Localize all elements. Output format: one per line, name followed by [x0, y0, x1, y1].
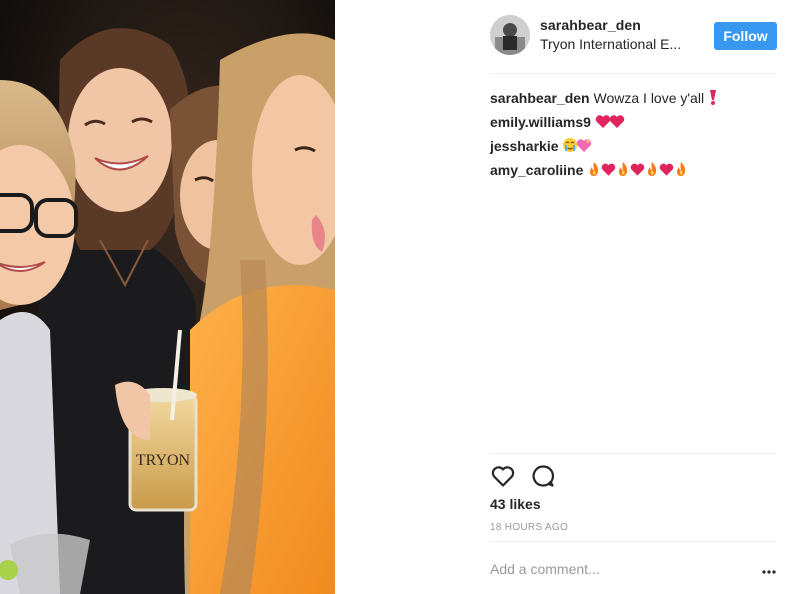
comment-username[interactable]: jessharkie [490, 138, 559, 154]
comment-username[interactable]: sarahbear_den [490, 90, 590, 106]
red-heart-icon [630, 160, 645, 184]
fire-icon [674, 160, 688, 184]
heart-outline-icon[interactable] [490, 463, 516, 489]
add-comment-input[interactable] [490, 556, 740, 582]
speech-bubble-icon[interactable] [530, 463, 556, 489]
sparkling-heart-icon [576, 136, 592, 160]
post-location[interactable]: Tryon International E... [540, 36, 692, 52]
comment: amy_caroliine [490, 158, 776, 182]
heavy-red-exclamation-icon [708, 88, 718, 112]
comment-username[interactable]: amy_caroliine [490, 162, 583, 178]
avatar-image [490, 15, 530, 55]
red-heart-icon [609, 112, 625, 136]
red-heart-icon [659, 160, 674, 184]
post-timestamp[interactable]: 18 HOURS AGO [490, 522, 568, 533]
fire-icon [616, 160, 630, 184]
comment: sarahbear_den Wowza I love y'all [490, 86, 776, 110]
comment-text: Wowza I love y'all [593, 90, 705, 106]
comment: jessharkie [490, 134, 776, 158]
post-panel: sarahbear_den Tryon International E... F… [335, 0, 795, 594]
post-username[interactable]: sarahbear_den [540, 17, 641, 33]
divider [490, 453, 776, 454]
fire-icon [587, 160, 601, 184]
cup-logo-text: TRYON [136, 452, 191, 469]
fire-icon [645, 160, 659, 184]
divider [490, 541, 776, 542]
comment-username[interactable]: emily.williams9 [490, 114, 591, 130]
post-photo[interactable]: TRYON [0, 0, 335, 594]
red-heart-icon [601, 160, 616, 184]
follow-button[interactable]: Follow [714, 22, 777, 50]
comment: emily.williams9 [490, 110, 776, 134]
likes-count[interactable]: 43 likes [490, 496, 541, 512]
more-options-icon[interactable] [761, 564, 777, 574]
group-selfie-image: TRYON [0, 0, 335, 594]
post-header: sarahbear_den Tryon International E... F… [490, 14, 777, 58]
divider [490, 73, 776, 74]
avatar[interactable] [490, 15, 530, 55]
comments-list: sarahbear_den Wowza I love y'all emily.w… [490, 86, 776, 182]
